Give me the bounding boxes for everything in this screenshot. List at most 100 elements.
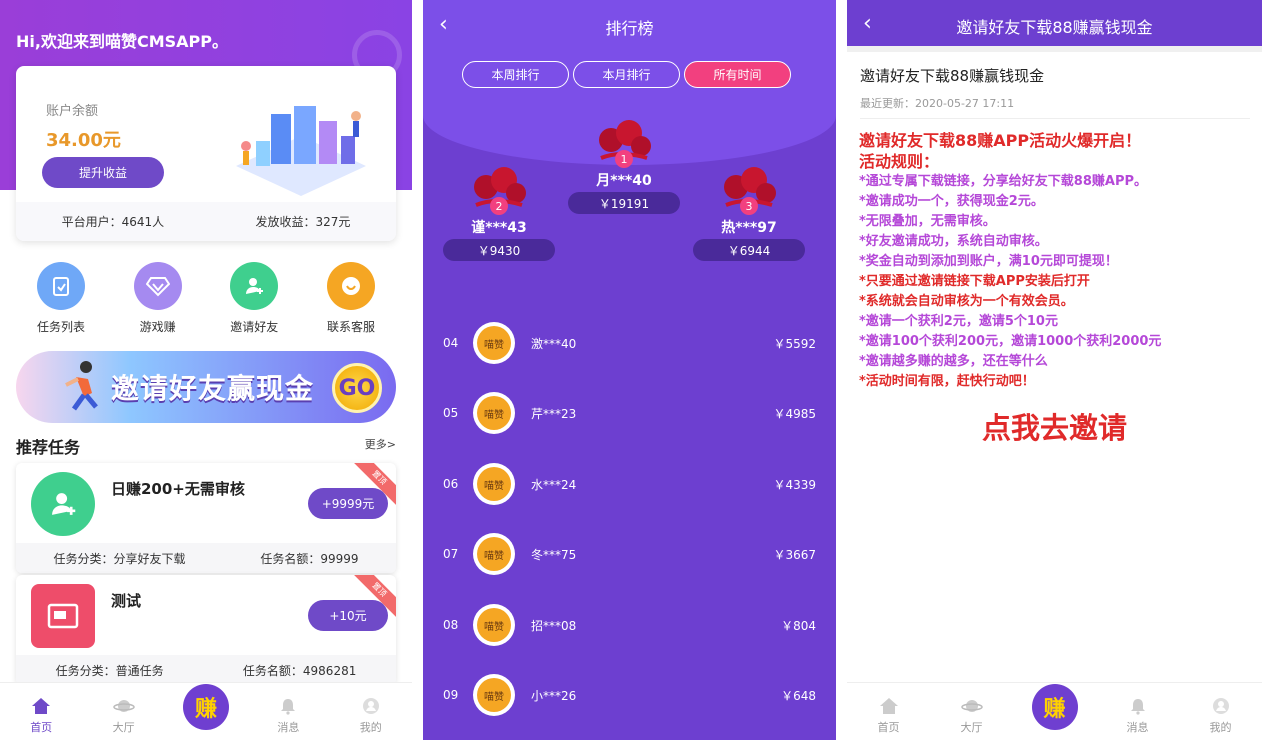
cat-avatar-icon: 喵赞 <box>477 678 511 712</box>
rank-number: 06 <box>443 477 459 491</box>
tab-home[interactable]: 首页 <box>859 696 919 735</box>
category-label: 游戏赚 <box>139 320 176 334</box>
avatar: 喵赞 <box>473 322 515 364</box>
rule-line: *无限叠加，无需审核。 <box>859 214 996 229</box>
tab-mine[interactable]: 我的 <box>1191 696 1251 735</box>
greeting-text: Hi,欢迎来到喵赞CMSAPP。 <box>16 32 228 51</box>
add-user-icon <box>230 262 279 310</box>
boost-earnings-button[interactable]: 提升收益 <box>42 157 164 188</box>
rank-name: 芹***23 <box>531 406 577 421</box>
tab-hall[interactable]: 大厅 <box>94 696 154 735</box>
category-task-list[interactable]: 任务列表 <box>16 262 106 335</box>
article-updated: 最近更新：2020-05-27 17:11 <box>860 97 1015 110</box>
tab-monthly[interactable]: 本月排行 <box>573 61 680 88</box>
tab-home[interactable]: 首页 <box>11 696 71 735</box>
earn-button[interactable]: 赚 <box>182 684 229 730</box>
rank-row[interactable]: 08 喵赞 招***08 ￥804 <box>423 595 836 655</box>
tab-label: 我的 <box>359 721 382 734</box>
earn-button[interactable]: 赚 <box>1031 684 1078 730</box>
rank-row[interactable]: 07 喵赞 冬***75 ￥3667 <box>423 524 836 584</box>
home-icon <box>878 696 900 716</box>
page-title: 邀请好友下载88赚赢钱现金 <box>956 18 1153 37</box>
tab-hall[interactable]: 大厅 <box>942 696 1002 735</box>
avatar: 喵赞 <box>473 463 515 505</box>
rule-line: *好友邀请成功，系统自动审核。 <box>859 234 1048 249</box>
podium-name: 月***40 <box>596 173 652 189</box>
avatar: 喵赞 <box>473 533 515 575</box>
tab-label: 消息 <box>1126 721 1149 734</box>
balance-value: 34.00元 <box>46 130 121 151</box>
category-label: 任务列表 <box>36 320 85 334</box>
tab-weekly[interactable]: 本周排行 <box>462 61 569 88</box>
rank-amount: ￥648 <box>781 688 816 703</box>
podium-second: 2 谨***43 ￥9430 <box>443 165 555 261</box>
task-card[interactable]: 置顶 日赚200+无需审核 +9999元 任务分类：分享好友下载 任务名额：99… <box>16 463 396 573</box>
podium-name: 谨***43 <box>471 220 527 236</box>
category-customer-service[interactable]: 联系客服 <box>306 262 396 335</box>
platform-users-stat: 平台用户：4641人 <box>61 215 165 229</box>
task-quota: 任务名额：99999 <box>260 551 359 566</box>
cat-avatar-icon: 喵赞 <box>477 326 511 360</box>
banner-go-button[interactable]: GO <box>332 363 382 413</box>
ranking-period-tabs: 本周排行 本月排行 所有时间 <box>462 61 791 88</box>
podium-amount: ￥19191 <box>568 192 680 214</box>
article-title: 邀请好友下载88赚赢钱现金 <box>860 67 1045 85</box>
tab-mine[interactable]: 我的 <box>341 696 401 735</box>
rule-line: *活动时间有限，赶快行动吧！ <box>859 374 1035 389</box>
category-label: 邀请好友 <box>230 320 279 334</box>
tab-label: 首页 <box>877 721 900 734</box>
divider <box>860 118 1250 119</box>
invite-cta-link[interactable]: 点我去邀请 <box>847 405 1262 447</box>
tab-label: 首页 <box>30 721 53 734</box>
task-reward-button[interactable]: +9999元 <box>308 488 388 519</box>
cat-avatar-icon: 喵赞 <box>477 608 511 642</box>
tab-messages[interactable]: 消息 <box>1108 696 1168 735</box>
rules-heading: 活动规则： <box>859 152 940 171</box>
task-card[interactable]: 置顶 测试 +10元 任务分类：普通任务 任务名额：4986281 <box>16 575 396 685</box>
running-person-illustration <box>65 361 98 411</box>
rule-line: *奖金自动到添加到账户，满10元即可提现！ <box>859 254 1118 269</box>
rank-amount: ￥4985 <box>773 406 816 421</box>
more-link[interactable]: 更多> <box>365 436 396 452</box>
rank-name: 招***08 <box>531 618 577 633</box>
balance-card: 账户余额 34.00元 提升收益 平台用户：4641人 发放收益：327元 <box>16 66 396 241</box>
podium-name: 热***97 <box>721 220 777 236</box>
divider <box>847 46 1262 52</box>
rule-line: *系统就会自动审核为一个有效会员。 <box>859 294 1074 309</box>
rank-name: 冬***75 <box>531 547 577 562</box>
category-label: 联系客服 <box>326 320 375 334</box>
tab-messages[interactable]: 消息 <box>258 696 318 735</box>
podium-amount: ￥9430 <box>443 239 555 261</box>
tab-earn[interactable]: 赚 <box>1025 677 1085 735</box>
tab-label: 消息 <box>277 721 300 734</box>
cat-avatar-icon: 喵赞 <box>477 467 511 501</box>
rank-row[interactable]: 05 喵赞 芹***23 ￥4985 <box>423 383 836 443</box>
tab-earn[interactable]: 赚 <box>176 677 236 735</box>
rank-amount: ￥4339 <box>773 477 816 492</box>
rank-number: 05 <box>443 406 459 420</box>
avatar: 喵赞 <box>473 604 515 646</box>
home-screen: Hi,欢迎来到喵赞CMSAPP。 账户余额 34.00元 提升收益 平台用户：4… <box>0 0 412 740</box>
category-game-earn[interactable]: 游戏赚 <box>113 262 203 335</box>
task-footer: 任务分类：分享好友下载 任务名额：99999 <box>16 543 396 573</box>
rank-name: 小***26 <box>531 688 577 703</box>
invite-banner[interactable]: 邀请好友赢现金 GO <box>16 351 396 423</box>
rank-row[interactable]: 06 喵赞 水***24 ￥4339 <box>423 454 836 514</box>
rank-row[interactable]: 09 喵赞 小***26 ￥648 <box>423 665 836 725</box>
recommended-tasks-title: 推荐任务 <box>16 438 81 457</box>
task-reward-button[interactable]: +10元 <box>308 600 388 631</box>
cat-avatar-icon: 喵赞 <box>477 537 511 571</box>
tab-label: 我的 <box>1209 721 1232 734</box>
tab-all-time[interactable]: 所有时间 <box>684 61 791 88</box>
add-user-icon <box>31 472 95 536</box>
rule-line: *只要通过邀请链接下载APP安装后打开 <box>859 274 1090 289</box>
article-body: 邀请好友下载88赚APP活动火爆开启！ 活动规则： *通过专属下载链接，分享给好… <box>859 130 1254 392</box>
article-headline: 邀请好友下载88赚APP活动火爆开启！ <box>859 131 1142 150</box>
rank-number: 04 <box>443 336 459 350</box>
rank-amount: ￥3667 <box>773 547 816 562</box>
rank-amount: ￥804 <box>781 618 816 633</box>
task-category: 任务分类：普通任务 <box>55 663 164 678</box>
podium-amount: ￥6944 <box>693 239 805 261</box>
category-invite-friends[interactable]: 邀请好友 <box>209 262 299 335</box>
rank-row[interactable]: 04 喵赞 激***40 ￥5592 <box>423 313 836 373</box>
